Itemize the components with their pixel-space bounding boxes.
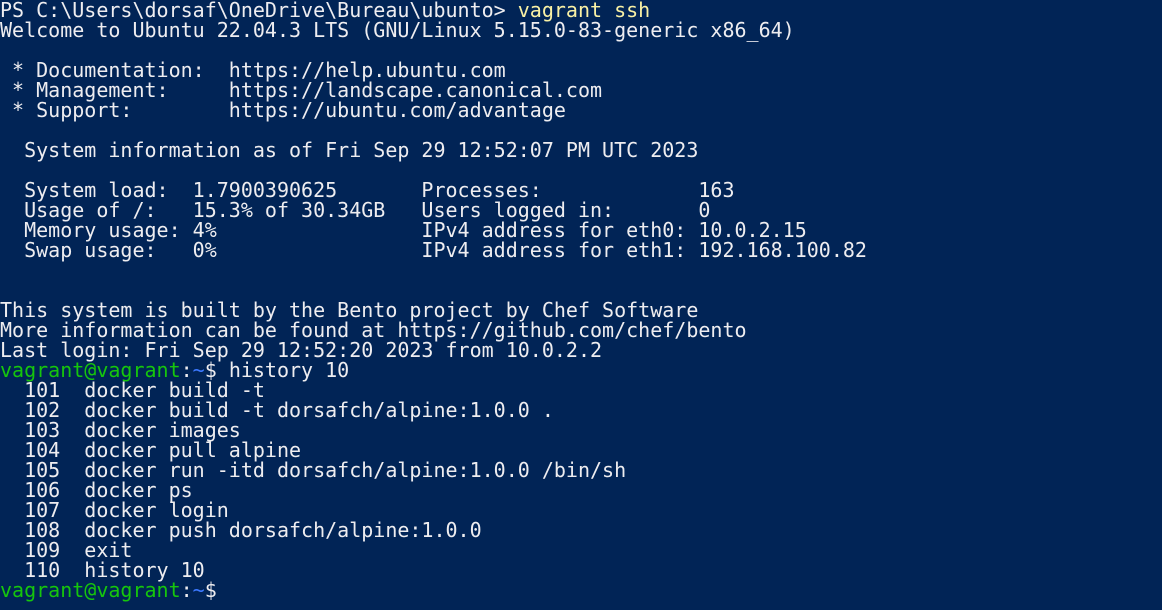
history-entry: 102 docker build -t dorsafch/alpine:1.0.… <box>0 398 554 422</box>
bento-line-1: This system is built by the Bento projec… <box>0 298 699 322</box>
bento-line-2: More information can be found at https:/… <box>0 318 747 342</box>
history-entry: 109 exit <box>0 538 133 562</box>
history-entry: 108 docker push dorsafch/alpine:1.0.0 <box>0 518 482 542</box>
support-line: * Support: https://ubuntu.com/advantage <box>0 98 566 122</box>
stats-line-swap: Swap usage: 0% IPv4 address for eth1: 19… <box>0 238 867 262</box>
prompt-path: ~ <box>192 578 205 602</box>
history-entry: 103 docker images <box>0 418 241 442</box>
documentation-line: * Documentation: https://help.ubuntu.com <box>0 58 506 82</box>
history-entry: 105 docker run -itd dorsafch/alpine:1.0.… <box>0 458 627 482</box>
prompt-symbol: $ <box>204 578 217 602</box>
history-entry: 110 history 10 <box>0 558 205 582</box>
prompt-user-host: vagrant@vagrant <box>0 578 181 602</box>
terminal-window[interactable]: PS C:\Users\dorsaf\OneDrive\Bureau\ubunt… <box>0 0 1162 610</box>
history-entry: 107 docker login <box>0 498 229 522</box>
history-entry: 101 docker build -t <box>0 378 265 402</box>
last-login-line: Last login: Fri Sep 29 12:52:20 2023 fro… <box>0 338 603 362</box>
history-entry: 104 docker pull alpine <box>0 438 302 462</box>
powershell-prompt-line: PS C:\Users\dorsaf\OneDrive\Bureau\ubunt… <box>0 0 1162 20</box>
prompt-separator: : <box>180 578 193 602</box>
stats-line-usage: Usage of /: 15.3% of 30.34GB Users logge… <box>0 198 711 222</box>
history-entry: 106 docker ps <box>0 478 193 502</box>
welcome-line: Welcome to Ubuntu 22.04.3 LTS (GNU/Linux… <box>0 18 795 42</box>
sysinfo-header-line: System information as of Fri Sep 29 12:5… <box>0 138 699 162</box>
stats-line-memory: Memory usage: 4% IPv4 address for eth0: … <box>0 218 807 242</box>
stats-line-load: System load: 1.7900390625 Processes: 163 <box>0 178 735 202</box>
shell-prompt-line: vagrant@vagrant:~$ history 10 <box>0 360 1162 380</box>
management-line: * Management: https://landscape.canonica… <box>0 78 603 102</box>
final-prompt-line[interactable]: vagrant@vagrant:~$ <box>0 580 1162 600</box>
